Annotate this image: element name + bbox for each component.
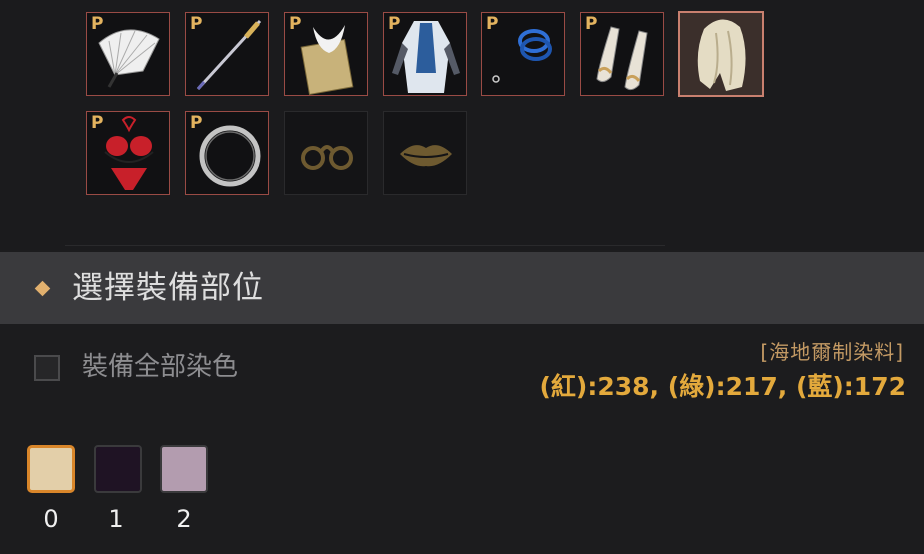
equipment-slot-spear[interactable]: P (185, 12, 269, 96)
hair-icon (697, 19, 746, 91)
equipment-slot-shoes[interactable]: P (580, 12, 664, 96)
premium-badge: P (91, 14, 104, 34)
swatch-label-2: 2 (176, 505, 192, 533)
glasses-icon (301, 145, 353, 170)
premium-badge: P (486, 14, 499, 34)
dye-name: [海地爾制染料] (760, 340, 904, 364)
dye-rgb-values: (紅):238, (綠):217, (藍):172 (539, 372, 906, 401)
equipment-slot-fan[interactable]: P (86, 12, 170, 96)
dye-all-checkbox[interactable] (34, 355, 60, 381)
equipment-slot-lips[interactable] (383, 111, 467, 195)
premium-badge: P (585, 14, 598, 34)
section-title: 選擇裝備部位 (72, 270, 264, 306)
premium-badge: P (91, 113, 104, 133)
equipment-slot-glasses[interactable] (284, 111, 368, 195)
lips-icon (400, 145, 452, 167)
color-swatch-0[interactable] (27, 445, 75, 493)
equipment-slot-outfit[interactable]: P (383, 12, 467, 96)
panel-divider (65, 245, 665, 246)
swatch-label-1: 1 (108, 505, 124, 533)
equipment-slot-ring[interactable]: P (185, 111, 269, 195)
equipment-slot-underwear[interactable]: P (86, 111, 170, 195)
swatch-label-0: 0 (43, 505, 59, 533)
equipment-slot-hair[interactable] (678, 11, 764, 97)
premium-badge: P (190, 14, 203, 34)
color-swatch-2[interactable] (160, 445, 208, 493)
equipment-slot-bracelet[interactable]: P (481, 12, 565, 96)
dye-all-label[interactable]: 裝備全部染色 (82, 346, 238, 383)
premium-badge: P (289, 14, 302, 34)
premium-badge: P (190, 113, 203, 133)
color-swatch-1[interactable] (94, 445, 142, 493)
equipment-slot-book[interactable]: P (284, 12, 368, 96)
equipment-panel: P P P P P P P P (0, 0, 924, 250)
premium-badge: P (388, 14, 401, 34)
